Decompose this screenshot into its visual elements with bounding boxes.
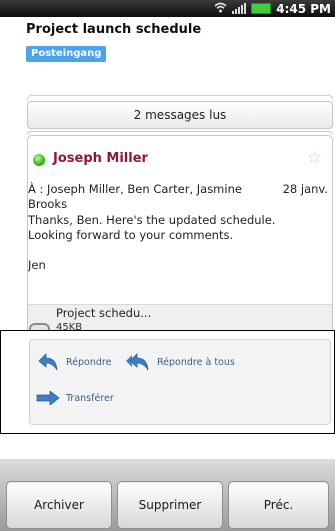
previous-button[interactable]: Préc. xyxy=(228,481,329,529)
body-line xyxy=(28,243,328,258)
signal-icon xyxy=(232,3,247,14)
status-time: 4:45 PM xyxy=(276,1,331,16)
message-body: Thanks, Ben. Here's the updated schedule… xyxy=(28,213,328,273)
actions-container: Répondre Répondre à tous Transférer xyxy=(29,339,331,425)
message-header: Project launch schedule Posteingang xyxy=(0,17,335,75)
reply-button[interactable]: Répondre xyxy=(36,352,111,372)
folder-badge[interactable]: Posteingang xyxy=(26,46,107,62)
bottom-toolbar: Archiver Supprimer Préc. xyxy=(0,459,335,531)
reply-icon xyxy=(36,352,60,372)
delete-button[interactable]: Supprimer xyxy=(117,481,223,529)
wifi-icon xyxy=(214,2,227,15)
archive-button[interactable]: Archiver xyxy=(6,481,112,529)
message-date: 28 janv. xyxy=(282,182,328,196)
forward-label: Transférer xyxy=(66,392,114,404)
forward-icon xyxy=(36,391,60,405)
star-icon[interactable]: ☆ xyxy=(307,148,322,168)
forward-button[interactable]: Transférer xyxy=(36,391,114,405)
battery-icon xyxy=(251,3,272,14)
sender-name[interactable]: Joseph Miller xyxy=(53,151,148,166)
reply-all-icon xyxy=(125,352,151,372)
presence-online-icon xyxy=(33,154,45,166)
collapsed-thread-edge xyxy=(27,95,333,99)
reply-all-button[interactable]: Répondre à tous xyxy=(125,352,235,372)
message-actions-panel: Répondre Répondre à tous Transférer xyxy=(0,330,335,434)
recipients-line-2: Brooks xyxy=(28,197,68,211)
body-line: Looking forward to your comments. xyxy=(28,228,234,242)
attachment-name: Project schedu... xyxy=(56,306,152,320)
message-card: Joseph Miller ☆ À : Joseph Miller, Ben C… xyxy=(27,135,333,345)
message-subject: Project launch schedule xyxy=(26,22,202,37)
body-line: Thanks, Ben. Here's the updated schedule… xyxy=(28,213,276,227)
status-bar: 4:45 PM xyxy=(0,0,335,17)
body-line: Jen xyxy=(28,258,46,272)
reply-all-label: Répondre à tous xyxy=(157,356,235,368)
reply-label: Répondre xyxy=(66,356,112,368)
read-messages-bar[interactable]: 2 messages lus xyxy=(27,101,333,129)
recipients-line-1: À : Joseph Miller, Ben Carter, Jasmine xyxy=(28,182,242,196)
